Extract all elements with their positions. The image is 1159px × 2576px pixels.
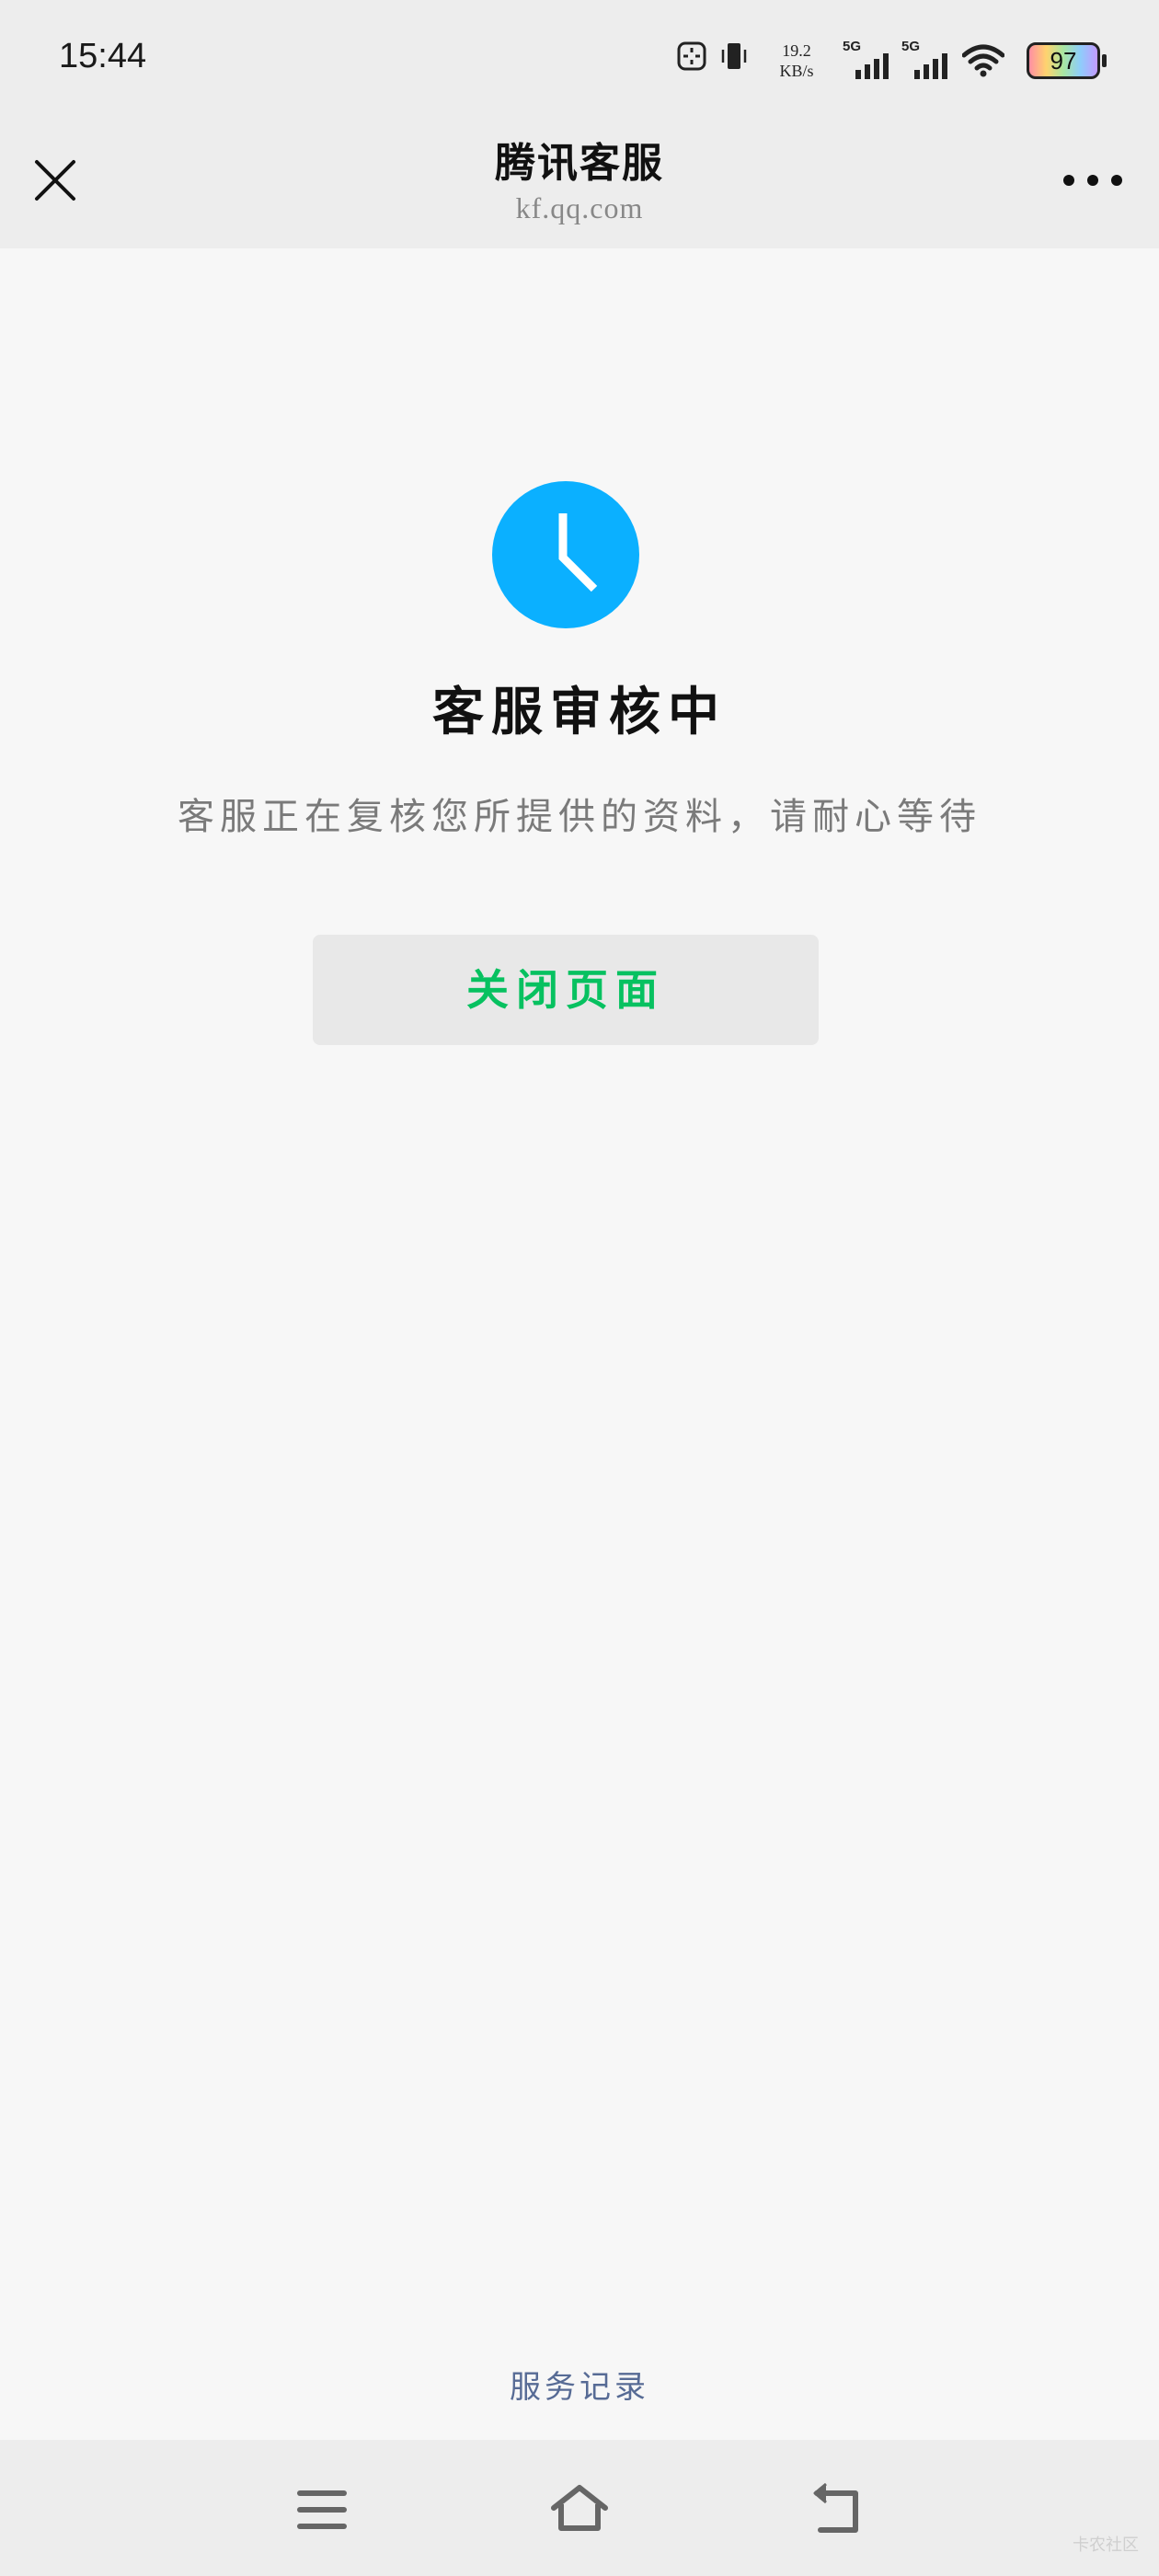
status-time: 15:44 [59,37,147,75]
system-nav-bar [0,2440,1159,2576]
signal-icon [914,53,947,79]
clock-icon [492,481,639,628]
battery-icon: 97 [1027,42,1107,79]
screen-capture-icon [677,41,706,71]
menu-icon[interactable] [293,2480,351,2539]
page-url: kf.qq.com [515,191,644,224]
status-title: 客服审核中 [432,682,727,742]
net-speed-value: 19.2 [782,41,811,60]
wifi-icon [962,44,1004,77]
sim2-signal: 5G [901,39,953,83]
signal-icon [855,53,889,79]
close-page-button[interactable]: 关闭页面 [313,935,819,1045]
nav-header: 腾讯客服 kf.qq.com [0,118,1159,248]
page-title: 腾讯客服 [495,140,664,187]
watermark: 卡农社区 [1073,2536,1139,2555]
status-icons: 19.2 KB/s 5G 5G 97 [677,39,1107,83]
status-description: 客服正在复核您所提供的资料，请耐心等待 [178,796,981,838]
more-icon[interactable] [1060,169,1126,191]
net-speed: 19.2 KB/s [767,40,826,83]
service-records-link[interactable]: 服务记录 [0,2364,1159,2410]
home-icon[interactable] [550,2480,609,2539]
back-icon[interactable] [808,2480,866,2539]
screen: 15:44 19.2 KB/s 5G 5G 97 腾讯客服 kf.qq.com … [0,0,1159,2576]
nav-title-block: 腾讯客服 kf.qq.com [304,138,855,226]
net-speed-unit: KB/s [779,62,814,80]
sim1-signal: 5G [843,39,894,83]
status-bar: 15:44 19.2 KB/s 5G 5G 97 [0,0,1159,118]
close-icon[interactable] [33,158,77,202]
vibrate-icon [721,43,747,69]
